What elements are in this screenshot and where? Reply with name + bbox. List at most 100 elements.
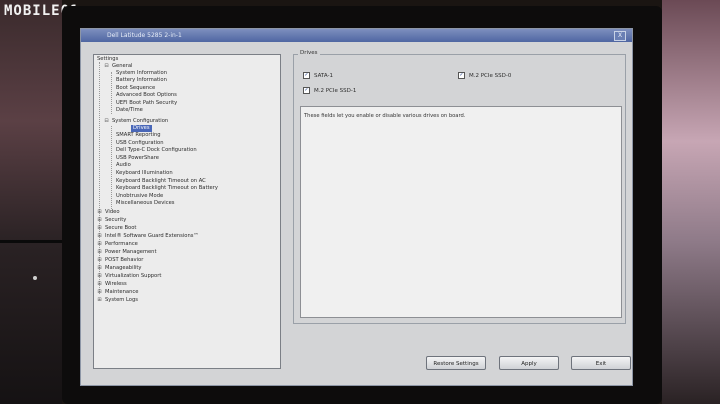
tree-label: Battery Information — [116, 77, 167, 84]
tree-label: Video — [105, 209, 120, 215]
expand-icon[interactable]: ⊞ — [97, 225, 102, 232]
settings-tree[interactable]: Settings ⊟ General ⊟ System Configuration … — [93, 54, 281, 369]
expand-icon[interactable]: ⊞ — [97, 209, 102, 216]
tree-label: System Configuration — [112, 118, 169, 124]
tree-label: Manageability — [105, 265, 142, 271]
tree-item-system-config-child[interactable]: Keyboard Illumination — [116, 170, 173, 177]
tree-item-general-child[interactable]: Boot Sequence — [116, 85, 155, 92]
tree-label: Virtualization Support — [105, 273, 162, 279]
power-led — [33, 276, 37, 280]
tree-label: Secure Boot — [105, 225, 137, 231]
tree-item-top-level[interactable]: ⊞ Manageability — [97, 265, 142, 272]
tree-item-system-config-child[interactable]: Unobtrusive Mode — [116, 193, 163, 200]
expand-icon[interactable]: ⊞ — [97, 241, 102, 248]
tree-item-system-config-child[interactable]: Miscellaneous Devices — [116, 200, 174, 207]
tree-item-top-level[interactable]: ⊞ Power Management — [97, 249, 157, 256]
restore-settings-button[interactable]: Restore Settings — [426, 356, 486, 370]
collapse-icon[interactable]: ⊟ — [104, 63, 109, 70]
expand-icon[interactable]: ⊞ — [97, 265, 102, 272]
close-button[interactable]: X — [614, 31, 626, 41]
tree-item-top-level[interactable]: ⊞ Security — [97, 217, 126, 224]
apply-button[interactable]: Apply — [499, 356, 559, 370]
tree-label: Date/Time — [116, 107, 143, 113]
exit-button[interactable]: Exit — [571, 356, 631, 370]
expand-icon[interactable]: ⊞ — [97, 297, 102, 304]
drives-group-label: Drives — [298, 50, 320, 56]
background-left — [0, 0, 62, 404]
tree-item-top-level[interactable]: ⊞ Wireless — [97, 281, 127, 288]
checkbox-label: M.2 PCIe SSD-1 — [314, 87, 357, 94]
tree-label: System Logs — [105, 297, 138, 303]
tree-item-settings[interactable]: Settings — [97, 56, 118, 63]
tree-item-system-config-child[interactable]: Audio — [116, 162, 131, 169]
tree-item-system-configuration[interactable]: ⊟ System Configuration — [104, 118, 168, 125]
tree-label: USB Configuration — [116, 139, 164, 146]
sata1-checkbox[interactable]: ✓ SATA-1 — [303, 72, 333, 79]
expand-icon[interactable]: ⊞ — [97, 281, 102, 288]
expand-icon[interactable]: ⊞ — [97, 273, 102, 280]
tree-item-general[interactable]: ⊟ General — [104, 63, 132, 70]
expand-icon[interactable]: ⊞ — [97, 257, 102, 264]
m2-ssd1-checkbox[interactable]: ✓ M.2 PCIe SSD-1 — [303, 87, 356, 94]
expand-icon[interactable]: ⊞ — [97, 217, 102, 224]
tree-item-top-level[interactable]: ⊞ System Logs — [97, 297, 138, 304]
tree-label: Dell Type-C Dock Configuration — [116, 147, 197, 154]
tree-label: General — [112, 63, 133, 69]
tree-item-top-level[interactable]: ⊞ POST Behavior — [97, 257, 143, 264]
tree-item-top-level[interactable]: ⊞ Maintenance — [97, 289, 138, 296]
help-text: These fields let you enable or disable v… — [304, 113, 466, 119]
tree-label: Wireless — [105, 281, 127, 287]
checkbox-label: M.2 PCIe SSD-0 — [469, 72, 512, 79]
check-icon: ✓ — [458, 72, 465, 79]
tree-label: Advanced Boot Options — [116, 92, 177, 99]
collapse-icon[interactable]: ⊟ — [104, 118, 109, 125]
check-icon: ✓ — [303, 72, 310, 79]
background-right — [662, 0, 720, 404]
check-icon: ✓ — [303, 87, 310, 94]
tree-line — [111, 126, 112, 209]
tree-label: Audio — [116, 162, 131, 169]
tree-line — [111, 72, 112, 114]
bios-window: Dell Latitude 5285 2-in-1 X Settings ⊟ Ge… — [80, 28, 633, 386]
tree-label: POST Behavior — [105, 257, 144, 263]
window-title: Dell Latitude 5285 2-in-1 — [107, 32, 182, 39]
tree-label: Keyboard Backlight Timeout on AC — [116, 177, 206, 184]
expand-icon[interactable]: ⊞ — [97, 233, 102, 240]
tree-item-general-child[interactable]: System Information — [116, 70, 167, 77]
window-titlebar: Dell Latitude 5285 2-in-1 X — [81, 29, 632, 42]
tree-item-top-level[interactable]: ⊞ Video — [97, 209, 120, 216]
tree-item-top-level[interactable]: ⊞ Secure Boot — [97, 225, 136, 232]
tree-item-general-child[interactable]: Advanced Boot Options — [116, 92, 177, 99]
cable — [0, 240, 62, 243]
checkbox-label: SATA-1 — [314, 72, 333, 79]
tree-label: Boot Sequence — [116, 84, 156, 91]
m2-ssd0-checkbox[interactable]: ✓ M.2 PCIe SSD-0 — [458, 72, 511, 79]
tree-label: Keyboard Illumination — [116, 170, 173, 176]
tree-label: Miscellaneous Devices — [116, 200, 175, 207]
tree-label: Keyboard Backlight Timeout on Battery — [116, 185, 218, 192]
tree-item-system-config-child[interactable]: SMART Reporting — [116, 132, 161, 139]
tree-item-top-level[interactable]: ⊞ Performance — [97, 241, 137, 248]
tree-label: USB PowerShare — [116, 154, 159, 161]
tree-label: Power Management — [105, 249, 157, 255]
tree-item-general-child[interactable]: Date/Time — [116, 107, 143, 114]
tree-item-general-child[interactable]: Battery Information — [116, 77, 167, 84]
tree-label: Unobtrusive Mode — [116, 192, 164, 199]
tree-label: System Information — [116, 70, 168, 76]
tree-item-system-config-child[interactable]: Keyboard Backlight Timeout on Battery — [116, 185, 218, 192]
tree-item-top-level[interactable]: ⊞ Virtualization Support — [97, 273, 161, 280]
tree-item-system-config-child[interactable]: Keyboard Backlight Timeout on AC — [116, 178, 206, 185]
expand-icon[interactable]: ⊞ — [97, 289, 102, 296]
tree-item-top-level[interactable]: ⊞ Intel® Software Guard Extensions™ — [97, 233, 199, 240]
expand-icon[interactable]: ⊞ — [97, 249, 102, 256]
tree-label: Security — [105, 217, 127, 223]
tree-label: Maintenance — [105, 289, 139, 295]
tree-item-general-child[interactable]: UEFI Boot Path Security — [116, 100, 177, 107]
tree-item-drives[interactable]: Drives — [131, 125, 152, 132]
tree-label: Intel® Software Guard Extensions™ — [105, 233, 199, 239]
tree-item-system-config-child[interactable]: Dell Type-C Dock Configuration — [116, 147, 197, 154]
tree-label: SMART Reporting — [116, 132, 161, 138]
help-description: These fields let you enable or disable v… — [300, 106, 622, 318]
tree-item-system-config-child[interactable]: USB PowerShare — [116, 155, 159, 162]
tree-item-system-config-child[interactable]: USB Configuration — [116, 140, 163, 147]
